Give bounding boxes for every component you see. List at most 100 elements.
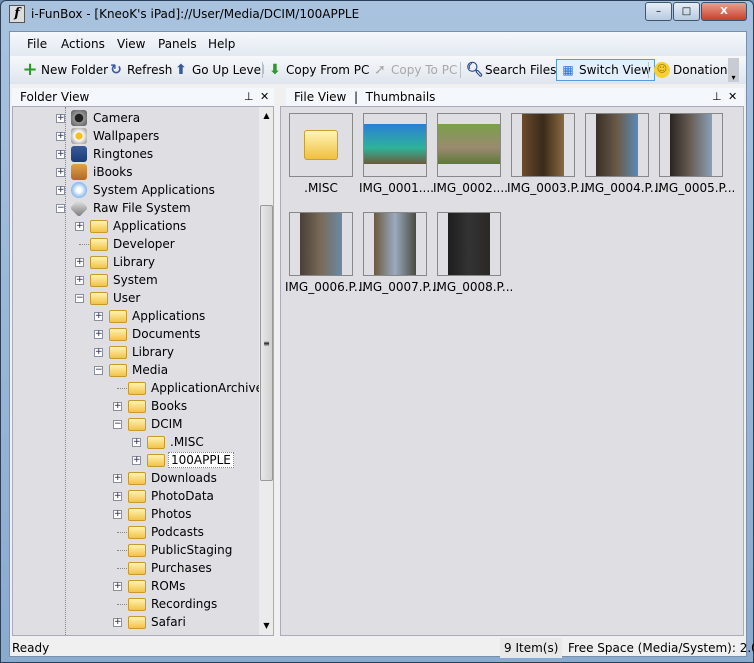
tree-item[interactable]: ApplicationArchives: [13, 379, 269, 397]
copy-to-pc-label: Copy To PC: [391, 63, 458, 77]
menu-file[interactable]: File: [27, 37, 47, 51]
expand-icon[interactable]: +: [56, 186, 65, 195]
collapse-icon[interactable]: −: [75, 294, 84, 303]
expand-icon[interactable]: +: [94, 348, 103, 357]
expand-icon[interactable]: +: [113, 582, 122, 591]
tree-item-content: iBooks: [71, 164, 134, 180]
tree-item[interactable]: +100APPLE: [13, 451, 257, 469]
expand-icon[interactable]: +: [56, 168, 65, 177]
donation-button[interactable]: ☺ Donation: [654, 59, 728, 81]
menu-actions[interactable]: Actions: [61, 37, 105, 51]
folder-icon: [90, 219, 108, 233]
tree-item[interactable]: PublicStaging: [13, 541, 257, 559]
expand-icon[interactable]: +: [132, 438, 141, 447]
new-folder-button[interactable]: + New Folder: [22, 59, 108, 81]
tree-item[interactable]: + ROMs: [13, 577, 257, 595]
folder-icon: [128, 417, 146, 431]
tree-item[interactable]: − Raw File System: [13, 198, 257, 218]
file-thumbnail[interactable]: IMG_0006.P...: [285, 212, 365, 294]
pin-icon[interactable]: ⊥: [712, 88, 722, 106]
search-label: Search Files: [485, 63, 557, 77]
file-thumbnail[interactable]: .MISC: [285, 113, 357, 195]
tree-item[interactable]: + Safari: [13, 613, 257, 631]
tree-item[interactable]: + System Applications: [13, 181, 257, 199]
refresh-button[interactable]: ↻ Refresh: [108, 59, 172, 81]
expand-icon[interactable]: +: [113, 402, 122, 411]
tree-item[interactable]: − DCIM: [13, 415, 257, 433]
tree-item[interactable]: − User: [13, 289, 257, 307]
tree-item[interactable]: + Library: [13, 343, 257, 361]
expand-icon[interactable]: +: [132, 456, 141, 465]
maximize-button[interactable]: □: [673, 2, 700, 21]
tree-item-label: Applications: [113, 219, 187, 233]
tree-item[interactable]: Purchases: [13, 559, 257, 577]
expand-icon[interactable]: +: [113, 474, 122, 483]
tree-item-content: Raw File System: [69, 198, 193, 218]
tree-item[interactable]: + Downloads: [13, 469, 257, 487]
file-thumbnail[interactable]: IMG_0005.P...: [655, 113, 735, 195]
tree-item[interactable]: + Photos: [13, 505, 257, 523]
search-icon: 🔍︎: [466, 62, 484, 78]
close-button[interactable]: X: [701, 2, 747, 21]
file-thumbnail[interactable]: IMG_0004.P...: [581, 113, 661, 195]
expand-icon[interactable]: +: [113, 618, 122, 627]
tree-item-content: Books: [128, 399, 189, 413]
file-thumbnail[interactable]: IMG_0002....: [433, 113, 508, 195]
switch-view-button[interactable]: ▦ Switch View: [556, 59, 655, 81]
expand-icon[interactable]: +: [94, 330, 103, 339]
go-up-button[interactable]: ⬆ Go Up Level: [173, 59, 264, 81]
expand-icon[interactable]: +: [75, 276, 84, 285]
tree-item[interactable]: + Wallpapers: [13, 127, 257, 145]
tree-item[interactable]: Recordings: [13, 595, 257, 613]
collapse-icon[interactable]: −: [94, 366, 103, 375]
tree-scrollbar[interactable]: ▲ ≡ ▼: [259, 107, 273, 635]
file-thumbnail[interactable]: IMG_0001....: [359, 113, 434, 195]
menu-help[interactable]: Help: [208, 37, 235, 51]
expand-icon[interactable]: +: [56, 150, 65, 159]
tree-item[interactable]: + System: [13, 271, 257, 289]
collapse-icon[interactable]: −: [56, 204, 65, 213]
folder-view-header: Folder View ⊥ ✕: [12, 88, 274, 106]
expand-icon[interactable]: +: [113, 492, 122, 501]
expand-icon[interactable]: +: [75, 222, 84, 231]
menu-panels[interactable]: Panels: [158, 37, 197, 51]
file-thumbnail[interactable]: IMG_0003.P...: [507, 113, 587, 195]
tree-item-label: Raw File System: [93, 201, 191, 215]
tree-item[interactable]: + .MISC: [13, 433, 257, 451]
tree-item[interactable]: Developer: [13, 235, 257, 253]
tree-item[interactable]: + Documents: [13, 325, 257, 343]
copy-from-pc-button[interactable]: ⬇ Copy From PC: [267, 59, 369, 81]
tree-item[interactable]: + PhotoData: [13, 487, 257, 505]
expand-icon[interactable]: +: [94, 312, 103, 321]
scroll-thumb[interactable]: ≡: [260, 205, 273, 481]
tree-item[interactable]: − Media: [13, 361, 257, 379]
close-panel-icon[interactable]: ✕: [260, 88, 269, 106]
tree-item[interactable]: + Applications: [13, 307, 257, 325]
scroll-up-arrow[interactable]: ▲: [259, 111, 273, 120]
pin-icon[interactable]: ⊥: [244, 88, 254, 106]
tree-item[interactable]: + Camera: [13, 109, 257, 127]
copy-to-pc-button[interactable]: ➚ Copy To PC: [372, 59, 457, 81]
close-panel-icon[interactable]: ✕: [728, 88, 737, 106]
expand-icon[interactable]: +: [56, 114, 65, 123]
expand-icon[interactable]: +: [113, 510, 122, 519]
scroll-down-arrow[interactable]: ▼: [259, 621, 273, 630]
collapse-icon[interactable]: −: [113, 420, 122, 429]
tree-item[interactable]: + iBooks: [13, 163, 257, 181]
tree-item[interactable]: + Books: [13, 397, 257, 415]
tree-item[interactable]: Podcasts: [13, 523, 257, 541]
tree-item[interactable]: + Ringtones: [13, 145, 257, 163]
menu-view[interactable]: View: [117, 37, 145, 51]
file-thumbnail[interactable]: IMG_0008.P...: [433, 212, 513, 294]
tree-item-content: ROMs: [128, 579, 187, 593]
expand-icon[interactable]: +: [56, 132, 65, 141]
tree-item[interactable]: + Applications: [13, 217, 257, 235]
search-files-button[interactable]: 🔍︎ Search Files: [466, 59, 556, 81]
file-thumbnail[interactable]: IMG_0007.P...: [359, 212, 439, 294]
expand-icon[interactable]: +: [75, 258, 84, 267]
tree-item-content: Applications: [90, 219, 188, 233]
minimize-button[interactable]: –: [645, 2, 672, 21]
tree-item[interactable]: + Library: [13, 253, 257, 271]
toolbar-overflow-button[interactable]: ▾: [728, 58, 739, 82]
folder-icon: [128, 561, 146, 575]
